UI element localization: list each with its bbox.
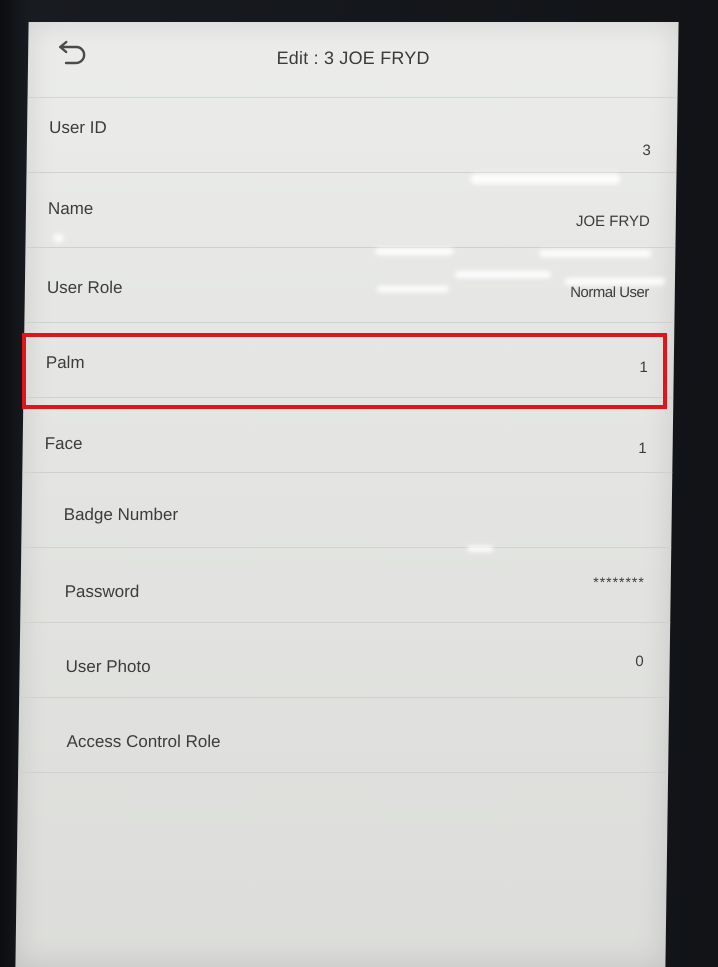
field-row-user-id[interactable]: User ID 3 [26, 98, 678, 173]
field-row-user-role[interactable]: User Role Normal User [24, 248, 676, 323]
field-row-badge-number[interactable]: Badge Number [21, 473, 673, 548]
field-row-user-photo[interactable]: User Photo 0 [19, 623, 671, 698]
device-screen: Edit : 3 JOE FRYD User ID 3 Name JOE FRY… [15, 22, 679, 967]
header-bar: Edit : 3 JOE FRYD [27, 22, 679, 98]
field-row-palm[interactable]: Palm 1 [23, 323, 675, 398]
field-value: 3 [642, 142, 651, 159]
field-row-name[interactable]: Name JOE FRYD [25, 173, 677, 248]
field-label: Badge Number [63, 505, 179, 524]
field-value: Normal User [570, 284, 649, 301]
field-value: 0 [635, 653, 644, 670]
field-row-access-control-role[interactable]: Access Control Role [18, 698, 670, 773]
field-label: User ID [48, 118, 107, 137]
field-label: Access Control Role [66, 732, 221, 751]
field-label: Password [64, 582, 140, 601]
field-value: 1 [638, 440, 647, 457]
field-label: User Role [46, 278, 123, 297]
field-label: User Photo [65, 657, 151, 676]
field-row-face[interactable]: Face 1 [22, 398, 674, 473]
field-label: Name [47, 199, 94, 218]
field-value: 1 [639, 359, 648, 376]
field-value: JOE FRYD [575, 213, 650, 230]
field-row-password[interactable]: Password ******** [20, 548, 672, 623]
field-label: Face [44, 434, 83, 453]
user-field-list: User ID 3 Name JOE FRYD User Role Normal… [18, 98, 678, 773]
field-value: ******** [593, 574, 645, 590]
field-label: Palm [45, 353, 85, 372]
page-title: Edit : 3 JOE FRYD [276, 48, 430, 68]
